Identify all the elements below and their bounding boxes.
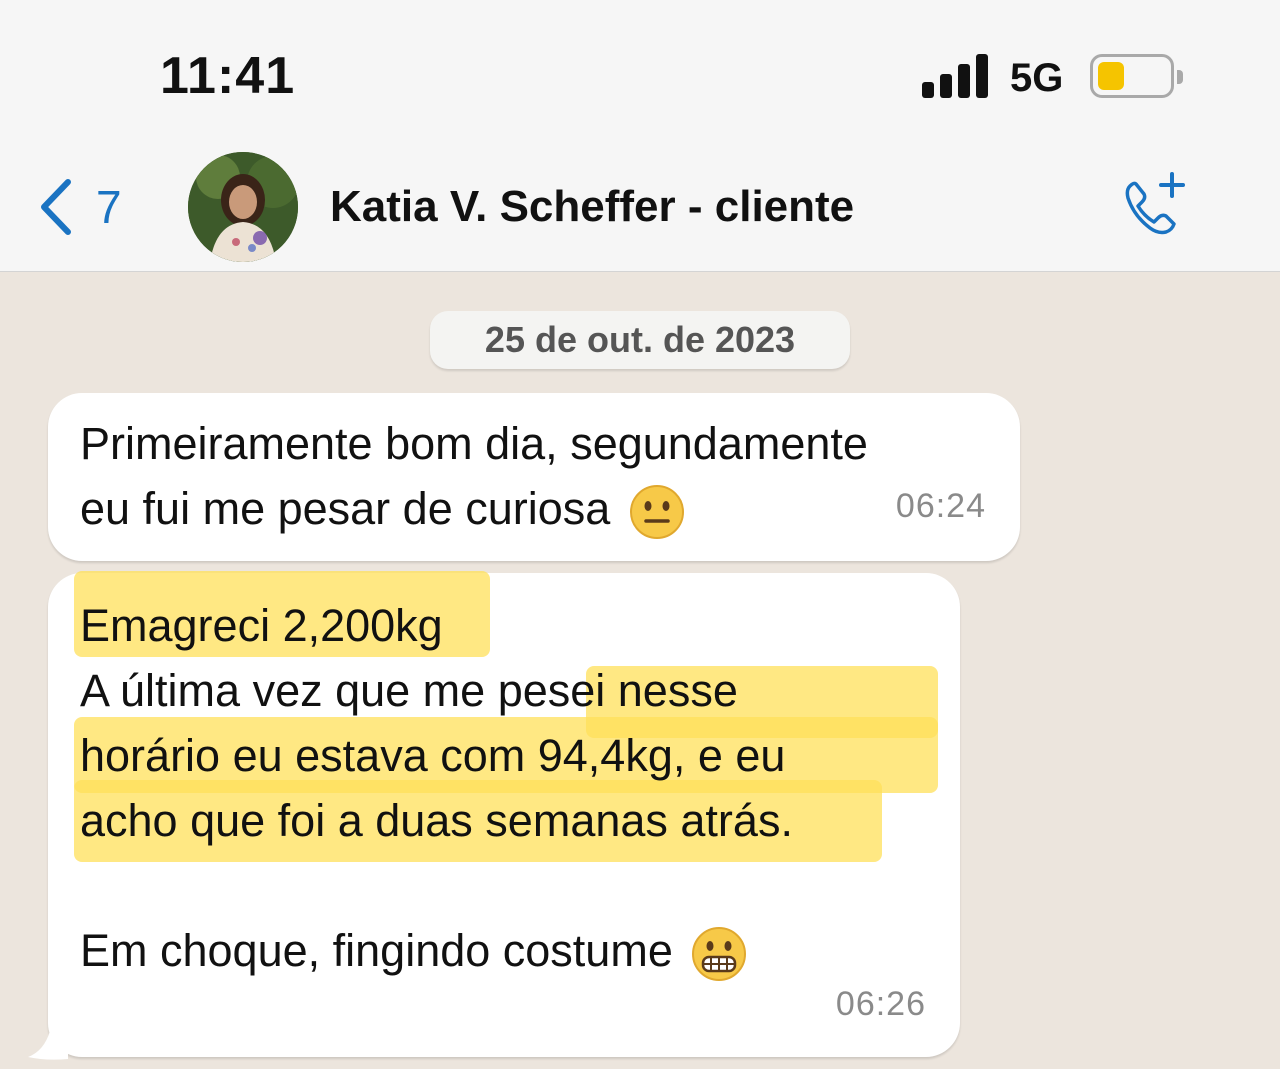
date-chip: 25 de out. de 2023 xyxy=(430,311,850,369)
message-time: 06:26 xyxy=(835,985,926,1023)
message-line: Em choque, fingindo costume xyxy=(80,918,930,983)
battery-icon xyxy=(1090,54,1183,98)
message-line: acho que foi a duas semanas atrás. xyxy=(74,780,930,862)
chevron-left-icon xyxy=(41,179,71,235)
signal-icon xyxy=(922,54,988,98)
message-line: A última vez que me pesei nesse xyxy=(80,658,938,738)
message-line: horário eu estava com 94,4kg, e eu xyxy=(74,717,938,793)
back-button[interactable]: 7 xyxy=(36,172,122,242)
message-time: 06:24 xyxy=(895,487,986,525)
network-type: 5G xyxy=(1010,56,1064,100)
message-line: Primeiramente bom dia, segundamente xyxy=(80,418,868,469)
status-bar: 11:41 5G xyxy=(0,0,1280,140)
avatar[interactable] xyxy=(188,152,298,262)
add-call-icon[interactable] xyxy=(1116,170,1188,242)
message-bubble[interactable]: Primeiramente bom dia, segundamente eu f… xyxy=(48,393,1020,561)
clock: 11:41 xyxy=(160,47,296,105)
bubble-tail xyxy=(28,1031,68,1060)
neutral-face-emoji xyxy=(629,485,684,540)
message-bubble[interactable]: Emagreci 2,200kg A última vez que me pes… xyxy=(48,571,960,1057)
unread-count: 7 xyxy=(96,181,122,233)
message-line: eu fui me pesar de curiosa xyxy=(80,476,990,541)
chat-header: 7 Katia V. Scheffer - cliente xyxy=(0,140,1280,272)
grimacing-face-emoji xyxy=(692,927,747,982)
message-line: Emagreci 2,200kg xyxy=(74,571,930,658)
chat-area[interactable]: 25 de out. de 2023 Primeiramente bom dia… xyxy=(0,273,1280,1069)
message-line xyxy=(80,853,930,918)
contact-name[interactable]: Katia V. Scheffer - cliente xyxy=(330,182,854,232)
